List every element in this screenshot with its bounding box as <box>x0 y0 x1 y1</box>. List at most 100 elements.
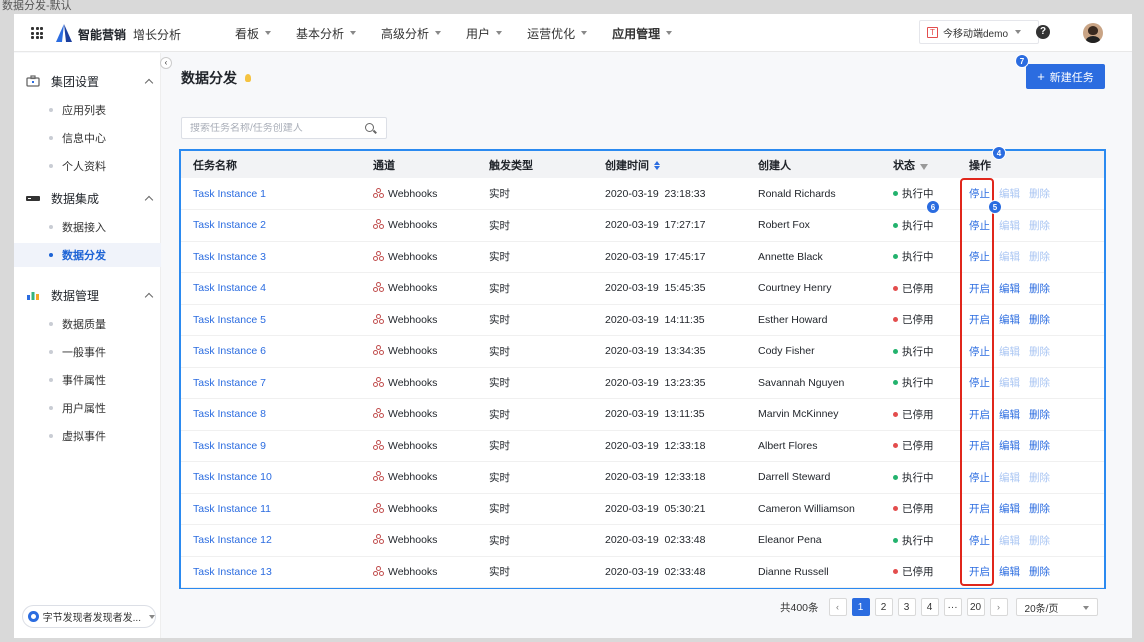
task-name-cell[interactable]: Task Instance 7 <box>181 367 361 399</box>
stop-button[interactable]: 停止 <box>969 344 990 359</box>
search-icon[interactable] <box>365 123 374 132</box>
start-button[interactable]: 开启 <box>969 312 990 327</box>
task-name-link[interactable]: Task Instance 10 <box>193 471 272 483</box>
task-name-cell[interactable]: Task Instance 10 <box>181 461 361 494</box>
project-selector[interactable]: T 今移动端demo <box>919 20 1039 44</box>
task-name-cell[interactable]: Task Instance 11 <box>181 493 361 525</box>
task-name-cell[interactable]: Task Instance 6 <box>181 335 361 368</box>
page-size-select[interactable]: 20条/页 <box>1015 598 1098 616</box>
stop-button[interactable]: 停止 <box>969 470 990 485</box>
task-name-link[interactable]: Task Instance 5 <box>193 314 266 326</box>
edit-button[interactable]: 编辑 <box>999 438 1020 453</box>
chevron-down-icon <box>265 31 272 35</box>
collapse-sidebar-icon[interactable]: ‹ <box>160 57 172 69</box>
start-button[interactable]: 开启 <box>969 407 990 422</box>
sidebar-item[interactable]: 数据接入 <box>14 215 161 239</box>
start-button[interactable]: 开启 <box>969 564 990 579</box>
sidebar-item[interactable]: 个人资料 <box>14 154 161 178</box>
page-button[interactable]: 3 <box>897 598 916 616</box>
app-grid-icon[interactable] <box>31 27 43 39</box>
channel-label: Webhooks <box>388 565 438 578</box>
product-name[interactable]: 增长分析 <box>133 26 181 43</box>
sidebar-item[interactable]: 虚拟事件 <box>14 424 161 448</box>
nav-menu-item[interactable]: 应用管理 <box>612 25 673 42</box>
delete-button[interactable]: 删除 <box>1029 407 1050 422</box>
lightbulb-icon[interactable] <box>245 74 251 82</box>
search-input[interactable] <box>190 122 360 134</box>
task-name-cell[interactable]: Task Instance 4 <box>181 272 361 305</box>
stop-button[interactable]: 停止 <box>969 375 990 390</box>
start-button[interactable]: 开启 <box>969 438 990 453</box>
nav-menu-item[interactable]: 看板 <box>235 25 272 42</box>
help-icon[interactable]: ? <box>1036 25 1050 39</box>
edit-button[interactable]: 编辑 <box>999 312 1020 327</box>
task-name-link[interactable]: Task Instance 2 <box>193 219 266 231</box>
filter-icon[interactable] <box>920 163 928 170</box>
sidebar-item[interactable]: 应用列表 <box>14 98 161 122</box>
page-ellipsis[interactable]: ··· <box>943 598 962 616</box>
start-button[interactable]: 开启 <box>969 281 990 296</box>
task-name-link[interactable]: Task Instance 7 <box>193 377 266 389</box>
task-name-cell[interactable]: Task Instance 9 <box>181 430 361 462</box>
task-name-link[interactable]: Task Instance 8 <box>193 408 266 420</box>
sidebar-item[interactable]: 一般事件 <box>14 340 161 364</box>
delete-button[interactable]: 删除 <box>1029 564 1050 579</box>
delete-button[interactable]: 删除 <box>1029 312 1050 327</box>
sidebar-item[interactable]: 事件属性 <box>14 368 161 392</box>
task-name-cell[interactable]: Task Instance 1 <box>181 178 361 210</box>
nav-menu-item[interactable]: 基本分析 <box>296 25 357 42</box>
page-button[interactable]: 2 <box>874 598 893 616</box>
page-button[interactable]: 20 <box>966 598 985 616</box>
sidebar-group-header[interactable]: 集团设置 <box>14 69 161 93</box>
delete-button[interactable]: 删除 <box>1029 501 1050 516</box>
task-name-cell[interactable]: Task Instance 5 <box>181 304 361 336</box>
delete-button[interactable]: 删除 <box>1029 438 1050 453</box>
brand-name: 智能营销 <box>78 28 127 42</box>
task-name-cell[interactable]: Task Instance 12 <box>181 524 361 557</box>
sidebar-item[interactable]: 用户属性 <box>14 396 161 420</box>
task-name-link[interactable]: Task Instance 6 <box>193 345 266 357</box>
sidebar-group-header[interactable]: 数据管理 <box>14 283 161 307</box>
trigger-cell: 实时 <box>477 367 593 399</box>
column-header[interactable]: 状态 <box>881 151 957 178</box>
sidebar-item[interactable]: 数据质量 <box>14 312 161 336</box>
edit-button[interactable]: 编辑 <box>999 281 1020 296</box>
task-name-link[interactable]: Task Instance 12 <box>193 534 272 546</box>
stop-button[interactable]: 停止 <box>969 249 990 264</box>
sidebar-group-header[interactable]: 数据集成 <box>14 186 161 210</box>
org-selector[interactable]: 字节发现者发现者发... <box>22 605 156 628</box>
stop-button[interactable]: 停止 <box>969 186 990 201</box>
nav-menu-item[interactable]: 高级分析 <box>381 25 442 42</box>
task-name-link[interactable]: Task Instance 4 <box>193 282 266 294</box>
start-button[interactable]: 开启 <box>969 501 990 516</box>
task-name-link[interactable]: Task Instance 13 <box>193 566 272 578</box>
avatar[interactable] <box>1083 23 1103 43</box>
task-name-link[interactable]: Task Instance 11 <box>193 503 271 515</box>
task-name-link[interactable]: Task Instance 3 <box>193 251 266 263</box>
next-page-icon[interactable]: › <box>989 598 1008 616</box>
delete-button: 删除 <box>1029 251 1050 264</box>
delete-button[interactable]: 删除 <box>1029 281 1050 296</box>
edit-button[interactable]: 编辑 <box>999 501 1020 516</box>
task-name-cell[interactable]: Task Instance 3 <box>181 241 361 273</box>
edit-button[interactable]: 编辑 <box>999 564 1020 579</box>
task-name-cell[interactable]: Task Instance 2 <box>181 209 361 242</box>
nav-menu-item[interactable]: 用户 <box>466 25 503 42</box>
sort-icon[interactable] <box>654 160 660 170</box>
status-label: 已停用 <box>902 282 934 295</box>
sidebar-item[interactable]: 信息中心 <box>14 126 161 150</box>
prev-page-icon[interactable]: ‹ <box>828 598 847 616</box>
task-name-link[interactable]: Task Instance 1 <box>193 188 266 200</box>
stop-button[interactable]: 停止 <box>969 533 990 548</box>
edit-button[interactable]: 编辑 <box>999 407 1020 422</box>
task-name-link[interactable]: Task Instance 9 <box>193 440 266 452</box>
sidebar-item[interactable]: 数据分发 <box>14 243 161 267</box>
column-header[interactable]: 创建时间 <box>593 151 746 178</box>
new-task-button[interactable]: + 新建任务 <box>1026 64 1105 89</box>
stop-button[interactable]: 停止 <box>969 218 990 233</box>
nav-menu-item[interactable]: 运营优化 <box>527 25 588 42</box>
page-button[interactable]: 1 <box>851 598 870 616</box>
task-name-cell[interactable]: Task Instance 8 <box>181 398 361 431</box>
page-button[interactable]: 4 <box>920 598 939 616</box>
task-name-cell[interactable]: Task Instance 13 <box>181 556 361 588</box>
